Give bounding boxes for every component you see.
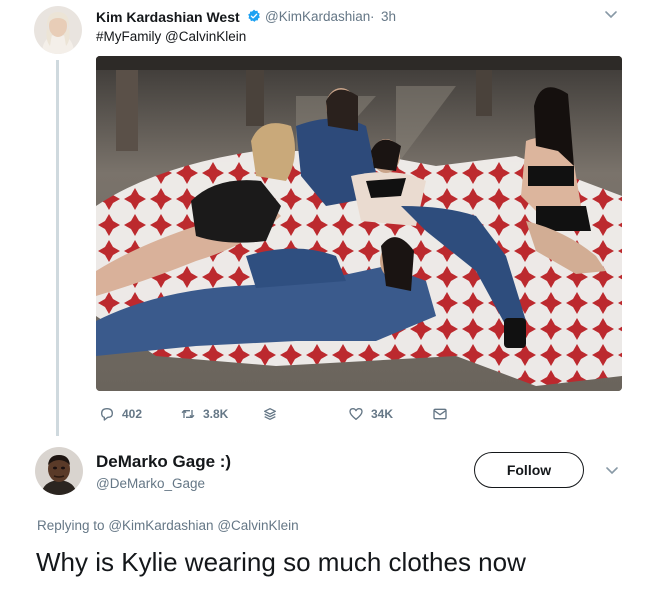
reply-author-handle[interactable]: @DeMarko_Gage: [96, 476, 205, 491]
replying-to: Replying to @KimKardashian @CalvinKlein: [37, 518, 299, 533]
reply-action[interactable]: 402: [99, 405, 142, 423]
reply-text: Why is Kylie wearing so much clothes now: [36, 547, 526, 577]
replying-to-prefix: Replying to: [37, 518, 105, 533]
reply-author-name[interactable]: DeMarko Gage :): [96, 452, 231, 472]
tweet-author-name[interactable]: Kim Kardashian West: [96, 9, 240, 25]
envelope-icon: [433, 408, 447, 420]
tweet-timestamp[interactable]: 3h: [381, 9, 396, 24]
mention-link[interactable]: @CalvinKlein: [217, 518, 298, 533]
retweet-count: 3.8K: [203, 407, 229, 421]
reply-count: 402: [122, 407, 143, 421]
like-action[interactable]: 34K: [348, 405, 393, 423]
tweet-photo[interactable]: [96, 56, 622, 391]
mention-link[interactable]: @KimKardashian: [108, 518, 213, 533]
tweet-text: #MyFamily @CalvinKlein: [96, 29, 247, 44]
reply-author-avatar[interactable]: [35, 447, 83, 495]
stack-action[interactable]: [262, 405, 285, 423]
reply-icon: [101, 408, 113, 421]
author-avatar[interactable]: [34, 6, 82, 54]
retweet-action[interactable]: 3.8K: [180, 405, 228, 423]
follow-button[interactable]: Follow: [474, 452, 584, 488]
verified-badge-icon: [248, 9, 260, 22]
thread-line: [56, 60, 59, 436]
like-count: 34K: [371, 407, 394, 421]
chevron-down-icon[interactable]: [605, 466, 619, 476]
retweet-icon: [181, 410, 195, 418]
heart-icon: [349, 408, 363, 420]
message-action[interactable]: [432, 405, 455, 423]
chevron-down-icon[interactable]: [604, 10, 618, 20]
meta-separator: ·: [370, 9, 375, 24]
tweet-handle[interactable]: @KimKardashian: [265, 9, 370, 24]
layers-icon: [264, 408, 276, 420]
